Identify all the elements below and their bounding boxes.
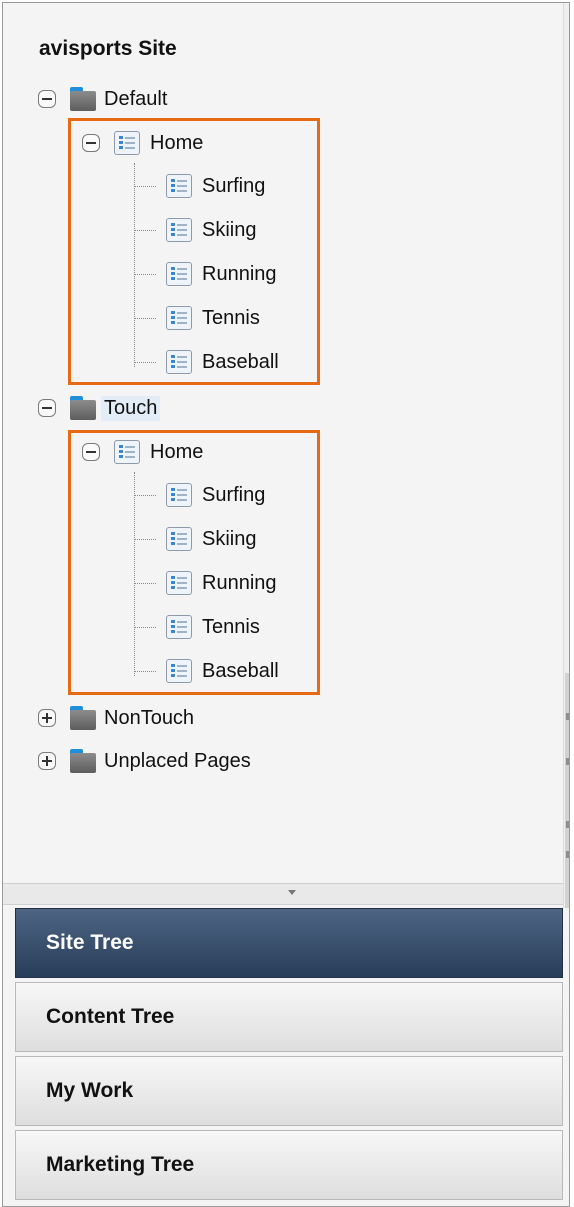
expand-icon[interactable]	[38, 709, 56, 727]
page-icon	[166, 483, 192, 507]
collapse-icon[interactable]	[38, 90, 56, 108]
tree-node-label: Skiing	[202, 218, 257, 241]
grip-mark	[566, 821, 569, 828]
tree-node-label: Baseball	[202, 350, 279, 373]
tree-node-page[interactable]: Skiing	[166, 521, 256, 557]
tree-connector	[134, 583, 156, 584]
tree-node-label: Home	[150, 440, 204, 463]
tree-node-page[interactable]: Baseball	[166, 653, 279, 689]
site-title: avisports Site	[39, 37, 177, 60]
collapse-icon[interactable]	[82, 443, 100, 461]
tree-node-page[interactable]: Running	[166, 565, 277, 601]
tree-node-page[interactable]: Surfing	[166, 168, 265, 204]
tree-connector	[134, 539, 156, 540]
tree-connector	[134, 627, 156, 628]
tree-node-label: Surfing	[202, 483, 266, 506]
collapse-icon[interactable]	[82, 134, 100, 152]
tree-node-home[interactable]: Home	[82, 125, 203, 161]
tree-node-home[interactable]: Home	[82, 434, 203, 470]
page-icon	[114, 131, 140, 155]
grip-mark	[566, 758, 569, 765]
page-icon	[166, 306, 192, 330]
panel-splitter[interactable]	[3, 883, 563, 905]
tree-node-label: Running	[202, 571, 277, 594]
page-icon	[166, 659, 192, 683]
folder-icon	[70, 706, 96, 730]
tree-node-page[interactable]: Running	[166, 256, 277, 292]
tree-node-page[interactable]: Tennis	[166, 300, 260, 336]
tree-node-label: NonTouch	[104, 706, 195, 729]
tree-node-label: Running	[202, 262, 277, 285]
tree-connector	[134, 495, 156, 496]
page-icon	[166, 262, 192, 286]
scrollbar-thumb[interactable]	[565, 673, 569, 908]
tree-node-default[interactable]: Default	[38, 81, 167, 117]
tree-connector	[134, 318, 156, 319]
accordion-marketing-tree[interactable]: Marketing Tree	[15, 1130, 563, 1200]
page-icon	[166, 571, 192, 595]
tree-connector	[134, 362, 156, 363]
page-icon	[166, 527, 192, 551]
collapse-icon[interactable]	[38, 399, 56, 417]
tree-connector	[134, 230, 156, 231]
grip-mark	[566, 851, 569, 858]
tree-node-label: Surfing	[202, 174, 266, 197]
accordion-my-work[interactable]: My Work	[15, 1056, 563, 1126]
expand-icon[interactable]	[38, 752, 56, 770]
tree-node-nontouch[interactable]: NonTouch	[38, 700, 194, 736]
tree-connector	[134, 163, 135, 367]
page-icon	[166, 615, 192, 639]
page-icon	[166, 218, 192, 242]
tree-node-label: Default	[104, 87, 168, 110]
page-icon	[166, 350, 192, 374]
tree-node-page[interactable]: Tennis	[166, 609, 260, 645]
tree-connector	[134, 671, 156, 672]
tree-node-label: Tennis	[202, 306, 260, 329]
site-tree-panel: avisports Site Default Home Surfing Skii…	[2, 2, 570, 1207]
tree-node-label: Tennis	[202, 615, 260, 638]
tree-node-page[interactable]: Surfing	[166, 477, 265, 513]
tree-connector	[134, 274, 156, 275]
folder-icon	[70, 396, 96, 420]
tree-node-label: Baseball	[202, 659, 279, 682]
accordion-site-tree[interactable]: Site Tree	[15, 908, 563, 978]
tree-connector	[134, 186, 156, 187]
tree-node-page[interactable]: Skiing	[166, 212, 256, 248]
tree-node-label: Skiing	[202, 527, 257, 550]
tree-node-label: Unplaced Pages	[104, 749, 251, 772]
tree-node-unplaced-pages[interactable]: Unplaced Pages	[38, 743, 251, 779]
tree-area: avisports Site Default Home Surfing Skii…	[3, 3, 563, 883]
tree-node-touch[interactable]: Touch	[38, 390, 161, 426]
grip-mark	[566, 713, 569, 720]
collapse-arrow-icon[interactable]	[288, 890, 296, 895]
tree-node-label: Home	[150, 131, 204, 154]
folder-icon	[70, 87, 96, 111]
page-icon	[166, 174, 192, 198]
folder-icon	[70, 749, 96, 773]
accordion-content-tree[interactable]: Content Tree	[15, 982, 563, 1052]
tree-connector	[134, 472, 135, 676]
tree-node-page[interactable]: Baseball	[166, 344, 279, 380]
tree-node-label: Touch	[101, 395, 161, 421]
page-icon	[114, 440, 140, 464]
